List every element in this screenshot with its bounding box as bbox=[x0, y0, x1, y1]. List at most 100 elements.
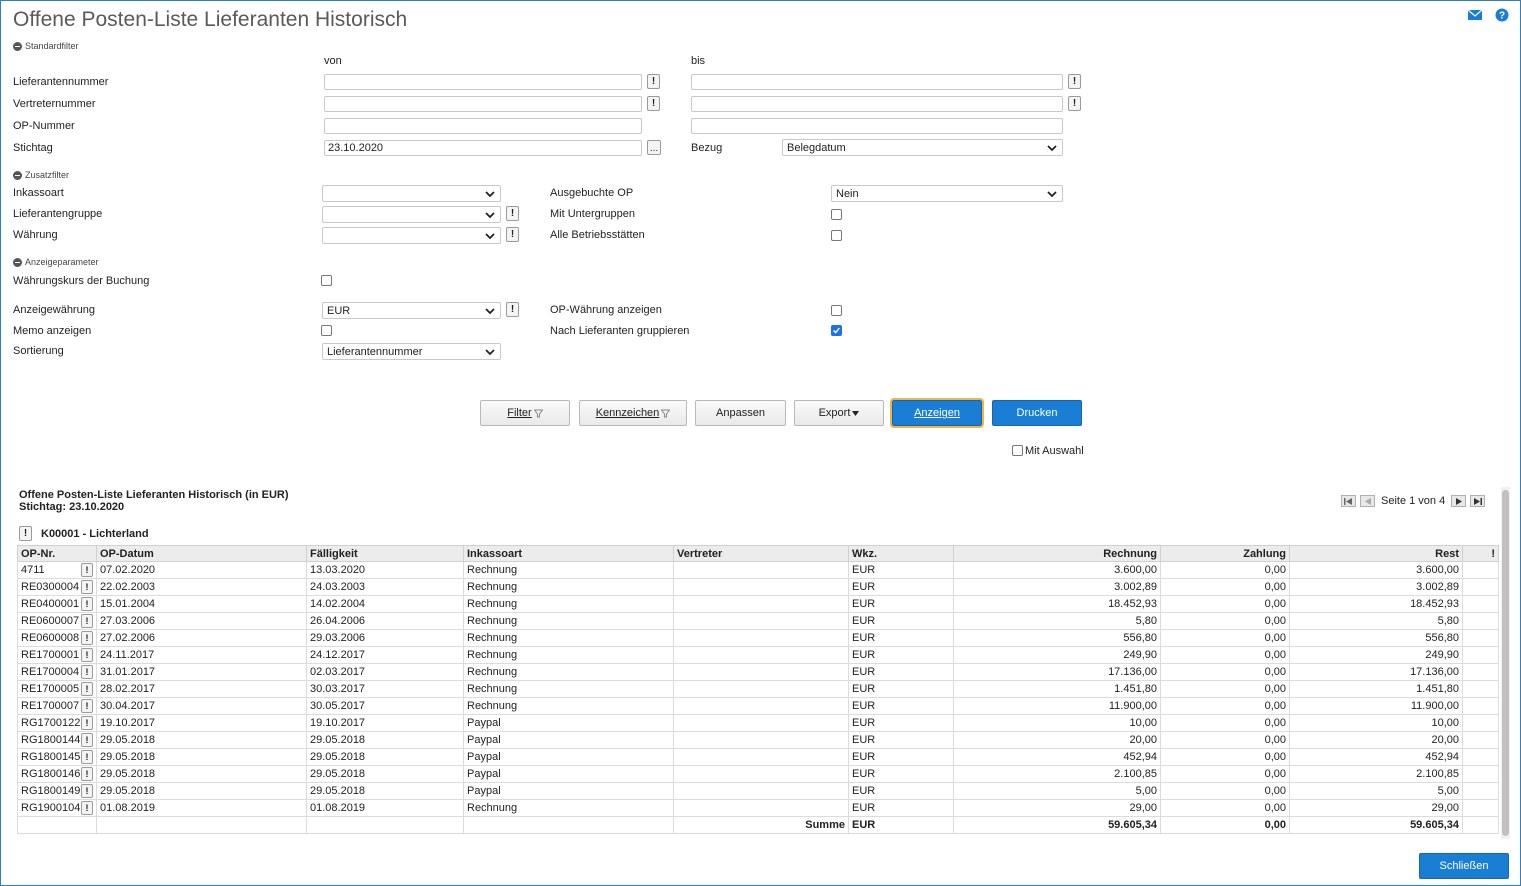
row-detail-button[interactable]: ! bbox=[81, 648, 93, 662]
cell-opnr: RE1700004! bbox=[17, 663, 97, 681]
table-row[interactable]: RE1700004! 31.01.2017 02.03.2017 Rechnung EU… bbox=[17, 663, 1499, 681]
row-detail-button[interactable]: ! bbox=[81, 597, 93, 611]
cell-wkz: EUR bbox=[848, 578, 954, 596]
export-button[interactable]: Export bbox=[794, 400, 884, 426]
anzeigen-button[interactable]: Anzeigen bbox=[890, 398, 984, 428]
op-number: RG1800144 bbox=[21, 734, 81, 746]
section-anzeigeparameter-toggle[interactable]: Anzeigeparameter bbox=[13, 257, 99, 267]
schliessen-button[interactable]: Schließen bbox=[1419, 853, 1509, 879]
section-standardfilter-toggle[interactable]: Standardfilter bbox=[13, 41, 79, 51]
col-header-faelligkeit[interactable]: Fälligkeit bbox=[306, 545, 464, 562]
sortierung-select[interactable]: Lieferantennummer bbox=[322, 343, 501, 360]
lieferantengruppe-lookup-button[interactable]: ! bbox=[506, 206, 519, 221]
table-row[interactable]: 4711! 07.02.2020 13.03.2020 Rechnung EUR 3.60… bbox=[17, 561, 1499, 579]
anzeigewaehrung-lookup-button[interactable]: ! bbox=[506, 302, 519, 317]
kennzeichen-button[interactable]: Kennzeichen bbox=[579, 400, 687, 426]
col-header-opdatum[interactable]: OP-Datum bbox=[96, 545, 307, 562]
col-header-vertreter[interactable]: Vertreter bbox=[673, 545, 849, 562]
row-detail-button[interactable]: ! bbox=[81, 614, 93, 628]
inkassoart-select[interactable] bbox=[322, 185, 501, 202]
section-zusatzfilter-toggle[interactable]: Zusatzfilter bbox=[13, 170, 69, 180]
table-row[interactable]: RG1800145! 29.05.2018 29.05.2018 Paypal EUR 4… bbox=[17, 748, 1499, 766]
filter-button[interactable]: Filter bbox=[480, 400, 570, 426]
vertreternummer-von-lookup-button[interactable]: ! bbox=[647, 96, 660, 111]
row-detail-button[interactable]: ! bbox=[81, 563, 93, 577]
cell-rechnung: 18.452,93 bbox=[953, 595, 1161, 613]
alle-betriebsstaetten-checkbox[interactable] bbox=[831, 230, 842, 241]
vertreternummer-bis-lookup-button[interactable]: ! bbox=[1068, 96, 1081, 111]
lieferantennummer-bis-input[interactable] bbox=[691, 74, 1063, 90]
table-row[interactable]: RG1800149! 29.05.2018 29.05.2018 Paypal EUR 5… bbox=[17, 782, 1499, 800]
next-page-icon bbox=[1455, 497, 1462, 505]
stichtag-input[interactable] bbox=[324, 140, 642, 156]
lieferantennummer-von-lookup-button[interactable]: ! bbox=[647, 74, 660, 89]
table-row[interactable]: RE0300004! 22.02.2003 24.03.2003 Rechnung EU… bbox=[17, 578, 1499, 596]
table-row[interactable]: RE1700007! 30.04.2017 30.05.2017 Rechnung EU… bbox=[17, 697, 1499, 715]
op-waehrung-checkbox[interactable] bbox=[831, 305, 842, 316]
cell-flag bbox=[1462, 748, 1499, 766]
cell-rest: 5,80 bbox=[1289, 612, 1463, 630]
group-detail-button[interactable]: ! bbox=[19, 526, 32, 541]
vertreternummer-bis-input[interactable] bbox=[691, 96, 1063, 112]
col-header-zahlung[interactable]: Zahlung bbox=[1160, 545, 1290, 562]
mail-icon[interactable] bbox=[1468, 8, 1482, 22]
row-detail-button[interactable]: ! bbox=[81, 665, 93, 679]
mit-untergruppen-checkbox[interactable] bbox=[831, 209, 842, 220]
ausgebuchte-op-select[interactable]: Nein bbox=[831, 185, 1063, 202]
mit-auswahl-checkbox[interactable] bbox=[1012, 445, 1023, 456]
row-detail-button[interactable]: ! bbox=[81, 699, 93, 713]
waehrung-select[interactable] bbox=[322, 227, 501, 244]
row-detail-button[interactable]: ! bbox=[81, 801, 93, 815]
col-header-rechnung[interactable]: Rechnung bbox=[953, 545, 1161, 562]
col-header-rest[interactable]: Rest bbox=[1289, 545, 1463, 562]
bezug-select[interactable]: Belegdatum bbox=[782, 139, 1063, 156]
waehrungskurs-checkbox[interactable] bbox=[321, 275, 332, 286]
report-scrollbar-thumb[interactable] bbox=[1502, 490, 1509, 836]
help-icon[interactable]: ? bbox=[1495, 8, 1509, 22]
cell-vertreter bbox=[673, 612, 849, 630]
stichtag-picker-button[interactable]: ... bbox=[647, 140, 661, 155]
vertreternummer-von-input[interactable] bbox=[324, 96, 642, 112]
cell-zahlung: 0,00 bbox=[1160, 731, 1290, 749]
row-detail-button[interactable]: ! bbox=[81, 733, 93, 747]
row-detail-button[interactable]: ! bbox=[81, 682, 93, 696]
row-detail-button[interactable]: ! bbox=[81, 716, 93, 730]
opnummer-bis-input[interactable] bbox=[691, 118, 1063, 134]
table-row[interactable]: RE0600007! 27.03.2006 26.04.2006 Rechnung EU… bbox=[17, 612, 1499, 630]
table-row[interactable]: RG1900104! 01.08.2019 01.08.2019 Rechnung EU… bbox=[17, 799, 1499, 817]
row-detail-button[interactable]: ! bbox=[81, 750, 93, 764]
row-detail-button[interactable]: ! bbox=[81, 784, 93, 798]
col-header-wkz[interactable]: Wkz. bbox=[848, 545, 954, 562]
row-detail-button[interactable]: ! bbox=[81, 767, 93, 781]
table-row[interactable]: RE0600008! 27.02.2006 29.03.2006 Rechnung EU… bbox=[17, 629, 1499, 647]
filter-button-label: Filter bbox=[507, 407, 532, 419]
table-row[interactable]: RE0400001! 15.01.2004 14.02.2004 Rechnung EU… bbox=[17, 595, 1499, 613]
cell-rest: 20,00 bbox=[1289, 731, 1463, 749]
col-header-opnr[interactable]: OP-Nr. bbox=[17, 545, 97, 562]
lieferantengruppe-select[interactable] bbox=[322, 206, 501, 223]
row-detail-button[interactable]: ! bbox=[81, 631, 93, 645]
drucken-button[interactable]: Drucken bbox=[992, 400, 1082, 426]
row-detail-button[interactable]: ! bbox=[81, 580, 93, 594]
memo-checkbox[interactable] bbox=[321, 325, 332, 336]
op-number: RE1700007 bbox=[21, 700, 80, 712]
anpassen-button[interactable]: Anpassen bbox=[695, 400, 786, 426]
nach-lieferanten-checkbox[interactable] bbox=[831, 325, 842, 336]
anzeigewaehrung-select[interactable]: EUR bbox=[322, 302, 501, 319]
table-row[interactable]: RE1700005! 28.02.2017 30.03.2017 Rechnung EU… bbox=[17, 680, 1499, 698]
opnummer-von-input[interactable] bbox=[324, 118, 642, 134]
waehrung-lookup-button[interactable]: ! bbox=[506, 227, 519, 242]
table-row[interactable]: RG1800146! 29.05.2018 29.05.2018 Paypal EUR 2… bbox=[17, 765, 1499, 783]
next-page-button[interactable] bbox=[1451, 495, 1467, 507]
col-header-inkassoart[interactable]: Inkassoart bbox=[463, 545, 674, 562]
last-page-button[interactable] bbox=[1470, 495, 1486, 507]
table-row[interactable]: RG1700122! 19.10.2017 19.10.2017 Paypal EUR 1… bbox=[17, 714, 1499, 732]
lieferantennummer-bis-lookup-button[interactable]: ! bbox=[1068, 74, 1081, 89]
lieferantennummer-von-input[interactable] bbox=[324, 74, 642, 90]
table-row[interactable]: RE1700001! 24.11.2017 24.12.2017 Rechnung EU… bbox=[17, 646, 1499, 664]
op-number: RE1700004 bbox=[21, 666, 80, 678]
prev-page-button[interactable] bbox=[1360, 495, 1375, 507]
first-page-button[interactable] bbox=[1341, 495, 1356, 507]
anzeigewaehrung-label: Anzeigewährung bbox=[13, 304, 95, 316]
table-row[interactable]: RG1800144! 29.05.2018 29.05.2018 Paypal EUR 2… bbox=[17, 731, 1499, 749]
